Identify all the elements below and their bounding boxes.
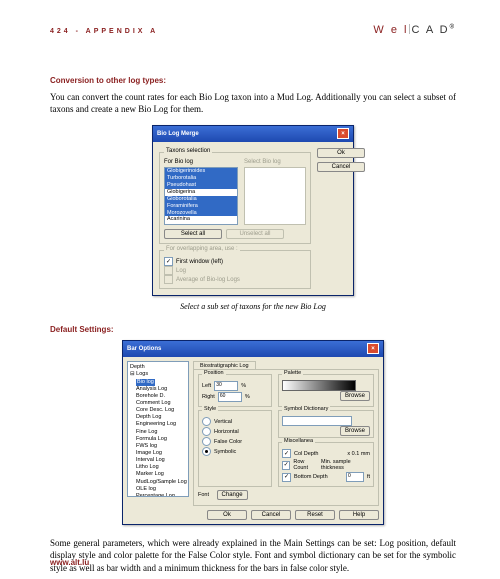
font-label: Font — [198, 492, 209, 498]
ok-button[interactable]: Ok — [317, 148, 365, 158]
tree-item: Formula Log — [130, 436, 186, 443]
reset-button[interactable]: Reset — [295, 510, 335, 520]
section1-body: You can convert the count rates for each… — [50, 91, 456, 115]
style-group: Style Vertical Horizontal False Color Sy… — [198, 410, 272, 487]
dialog2-titlebar[interactable]: Bar Options × — [123, 341, 383, 357]
bar-options-dialog: Bar Options × Depth ⊟ Logs Bio log Analy… — [122, 340, 384, 525]
symbol-dict-input[interactable] — [282, 416, 352, 426]
group-label: Style — [202, 406, 218, 412]
dialog1-titlebar[interactable]: Bio Log Merge × — [153, 126, 353, 142]
figure1-caption: Select a sub set of taxons for the new B… — [50, 302, 456, 311]
group-label: Palette — [282, 370, 303, 376]
cancel-button[interactable]: Cancel — [251, 510, 291, 520]
to-label: Select Bio log — [244, 159, 306, 165]
checkbox[interactable]: ✓ — [164, 257, 173, 266]
ok-button[interactable]: Ok — [207, 510, 247, 520]
cancel-button[interactable]: Cancel — [317, 162, 365, 172]
source-taxon-list[interactable]: Globigerinoides Turborotalia Pseudohast … — [164, 167, 238, 225]
tree-item: Percentage Log — [130, 493, 186, 497]
radio[interactable] — [202, 417, 211, 426]
radio[interactable] — [202, 437, 211, 446]
unselect-all-button[interactable]: Unselect all — [226, 229, 284, 239]
browse-symbol-button[interactable]: Browse — [340, 426, 370, 436]
checkbox[interactable]: ✓ — [282, 473, 291, 482]
group-label: For overlapping area, use : — [164, 246, 240, 252]
tree-item: Marker Log — [130, 471, 186, 478]
radio[interactable] — [202, 427, 211, 436]
label: Right — [202, 394, 215, 400]
tree-item: Litho Log — [130, 464, 186, 471]
tree-item: Bio log — [130, 379, 186, 386]
brand-logo: W e lC A D® — [373, 24, 456, 36]
group-label: Symbol Dictionary — [282, 406, 330, 412]
left-input[interactable]: 30 — [214, 381, 238, 391]
from-label: For Bio log — [164, 159, 238, 165]
overlap-group: For overlapping area, use : ✓First windo… — [159, 250, 311, 289]
tree-item: Comment Log — [130, 400, 186, 407]
tree-item: OLE log — [130, 486, 186, 493]
close-icon[interactable]: × — [337, 128, 349, 139]
min-thickness-input[interactable]: 0 — [346, 472, 364, 482]
target-taxon-list[interactable] — [244, 167, 306, 225]
tree-item: ⊟ Logs — [130, 371, 186, 378]
group-label: Position — [202, 370, 226, 376]
settings-tree[interactable]: Depth ⊟ Logs Bio log Analysis Log Boreho… — [127, 361, 189, 497]
change-font-button[interactable]: Change — [217, 490, 248, 500]
tree-item: Borehole D. — [130, 393, 186, 400]
tree-item: FWS log — [130, 443, 186, 450]
position-group: Position Left 30 % Right 60 % — [198, 374, 272, 407]
group-label: Miscellanea — [282, 438, 315, 444]
label: Left — [202, 383, 211, 389]
right-input[interactable]: 60 — [218, 392, 242, 402]
tree-item: Image Log — [130, 450, 186, 457]
tree-item: Fine Log — [130, 429, 186, 436]
tab-biostrat[interactable]: Biostratigraphic Log — [193, 361, 256, 369]
checkbox-label: Average of Bio-log Logs — [176, 277, 240, 283]
tree-item: Depth — [130, 364, 186, 371]
section1-title: Conversion to other log types: — [50, 76, 456, 85]
footer-url: www.alt.lu — [50, 558, 89, 567]
tree-item: Engineering Log — [130, 421, 186, 428]
bio-log-merge-dialog: Bio Log Merge × Taxons selection For Bio… — [152, 125, 354, 296]
group-label: Taxons selection — [164, 148, 212, 154]
dialog1-title: Bio Log Merge — [157, 131, 199, 137]
dialog2-title: Bar Options — [127, 346, 161, 352]
header-left: 424 - APPENDIX A — [50, 28, 158, 35]
checkbox — [164, 266, 173, 275]
radio[interactable] — [202, 447, 211, 456]
tree-item: Core Desc. Log — [130, 407, 186, 414]
tree-item: MudLog/Sample Log — [130, 479, 186, 486]
checkbox — [164, 275, 173, 284]
symbol-dict-group: Symbol Dictionary Browse — [278, 410, 374, 438]
section2-title: Default Settings: — [50, 325, 456, 334]
help-button[interactable]: Help — [339, 510, 379, 520]
tree-item: Interval Log — [130, 457, 186, 464]
checkbox-label: First window (left) — [176, 259, 223, 265]
section2-body: Some general parameters, which were alre… — [50, 537, 456, 573]
browse-palette-button[interactable]: Browse — [340, 391, 370, 401]
checkbox[interactable]: ✓ — [282, 449, 291, 458]
tree-item: Depth Log — [130, 414, 186, 421]
tree-item: Analysis Log — [130, 386, 186, 393]
page-header: 424 - APPENDIX A W e lC A D® — [50, 24, 456, 36]
misc-group: Miscellanea ✓Col Depthx 0.1 mm ✓Row Coun… — [278, 442, 374, 487]
palette-group: Palette Browse — [278, 374, 374, 407]
close-icon[interactable]: × — [367, 343, 379, 354]
checkbox-label: Log — [176, 268, 186, 274]
palette-preview — [282, 380, 356, 391]
select-all-button[interactable]: Select all — [164, 229, 222, 239]
checkbox[interactable]: ✓ — [282, 461, 290, 470]
taxons-selection-group: Taxons selection For Bio log Globigerino… — [159, 152, 311, 244]
